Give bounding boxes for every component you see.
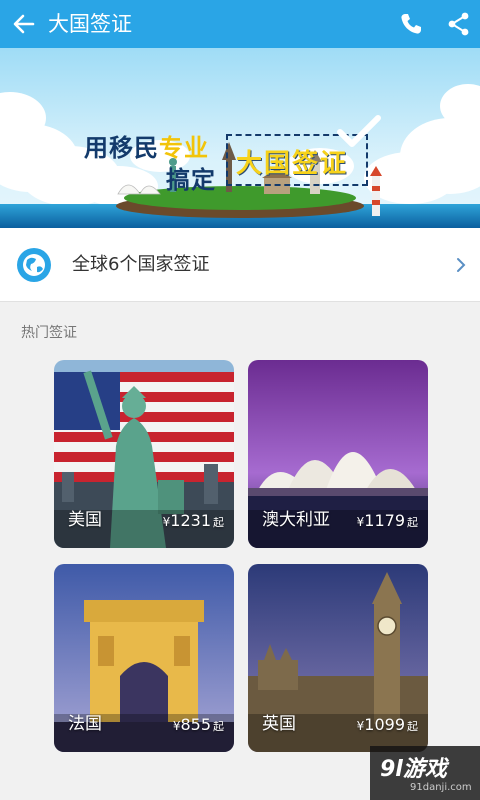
card-country-name: 澳大利亚: [262, 510, 330, 530]
watermark-url: 91danji.com: [410, 782, 472, 793]
card-country-name: 英国: [262, 714, 296, 734]
card-price: ¥855 起: [172, 715, 224, 734]
site-watermark: 9l游戏 91danji.com: [370, 746, 480, 800]
promo-banner[interactable]: 用移民专业 搞定 大国签证: [0, 48, 480, 228]
visa-card-uk[interactable]: 英国 ¥1099 起: [248, 564, 428, 752]
visa-card-usa[interactable]: 美国 ¥1231 起: [54, 360, 234, 548]
card-price: ¥1231 起: [162, 511, 224, 530]
card-country-name: 法国: [68, 714, 102, 734]
section-title: 热门签证: [21, 325, 77, 341]
checkmark-icon: [337, 115, 381, 147]
globe-icon: [17, 248, 51, 282]
banner-slogan-line2: 搞定: [166, 166, 216, 194]
banner-slogan-line1: 用移民专业: [84, 134, 209, 162]
card-price: ¥1179 起: [356, 511, 418, 530]
summary-label: 全球6个国家签证: [72, 254, 210, 275]
visa-card-australia[interactable]: 澳大利亚 ¥1179 起: [248, 360, 428, 548]
page-title: 大国签证: [48, 12, 132, 36]
card-price: ¥1099 起: [356, 715, 418, 734]
card-country-name: 美国: [68, 510, 102, 530]
watermark-logo: 9l游戏: [380, 757, 447, 782]
visa-card-france[interactable]: 法国 ¥855 起: [54, 564, 234, 752]
share-icon[interactable]: [446, 11, 472, 37]
chevron-right-icon: [457, 258, 466, 272]
phone-icon[interactable]: [398, 11, 424, 37]
top-app-bar: 大国签证: [0, 0, 480, 48]
visa-country-summary-row[interactable]: 全球6个国家签证: [0, 228, 480, 302]
arrow-left-icon[interactable]: [10, 10, 38, 38]
